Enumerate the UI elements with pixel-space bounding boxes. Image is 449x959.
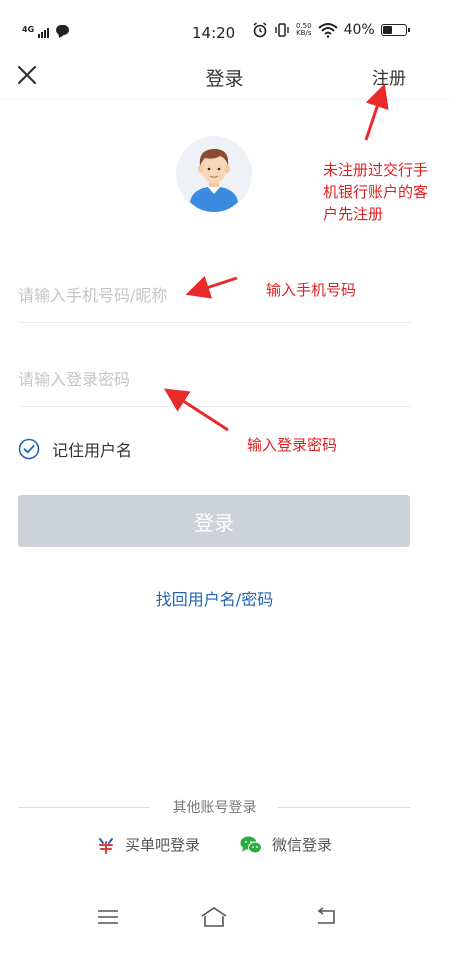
remember-username-label: 记住用户名: [52, 441, 133, 460]
password-annotation: 输入登录密码: [247, 436, 338, 454]
register-annotation-line3: 户先注册: [323, 205, 384, 223]
wechat-icon: [240, 836, 262, 853]
battery-icon: [380, 24, 410, 36]
wechat-login-label: 微信登录: [272, 836, 333, 854]
register-annotation-line2: 机银行账户的客: [323, 183, 429, 201]
status-bar: 4G 14:20 0.50 KB/s 40%: [0, 0, 449, 62]
forgot-credentials-link[interactable]: 找回用户名/密码: [0, 586, 429, 610]
status-left: 4G: [22, 22, 70, 38]
header: 登录 注册: [0, 56, 449, 100]
signal-icon: [38, 28, 50, 38]
password-divider: [18, 406, 411, 407]
back-icon[interactable]: [312, 905, 340, 929]
username-divider: [18, 322, 411, 323]
wechat-login-button[interactable]: 微信登录: [240, 834, 332, 855]
login-button[interactable]: 登录: [18, 495, 410, 547]
network-type: 4G: [22, 25, 35, 34]
speed-unit: KB/s: [296, 29, 312, 37]
menu-icon[interactable]: [94, 905, 122, 929]
chat-notification-icon: [56, 25, 70, 35]
register-arrow: [364, 83, 389, 141]
password-arrow: [163, 388, 229, 432]
maidanba-login-button[interactable]: 买单吧登录: [97, 834, 200, 855]
register-annotation: 未注册过交行手 机银行账户的客 户先注册: [323, 159, 428, 225]
avatar: [176, 136, 252, 212]
maidanba-logo-icon: [99, 837, 113, 854]
wifi-icon: [317, 23, 338, 38]
check-circle-icon[interactable]: [18, 438, 40, 460]
other-login-divider-right: [278, 807, 410, 808]
battery-fill: [382, 26, 392, 34]
home-icon[interactable]: [200, 905, 228, 929]
status-right: 0.50 KB/s 40%: [252, 22, 410, 38]
remember-username-checkbox[interactable]: 记住用户名: [18, 437, 132, 461]
register-annotation-line1: 未注册过交行手: [323, 161, 429, 179]
password-input[interactable]: [18, 367, 411, 391]
status-time: 14:20: [192, 24, 236, 42]
vibrate-icon: [275, 23, 289, 37]
battery-percent: 40%: [343, 22, 375, 38]
register-button[interactable]: 注册: [372, 64, 406, 89]
alarm-icon: [253, 22, 267, 38]
network-speed: 0.50 KB/s: [296, 23, 312, 37]
maidanba-login-label: 买单吧登录: [125, 836, 201, 854]
phone-annotation: 输入手机号码: [266, 281, 357, 299]
